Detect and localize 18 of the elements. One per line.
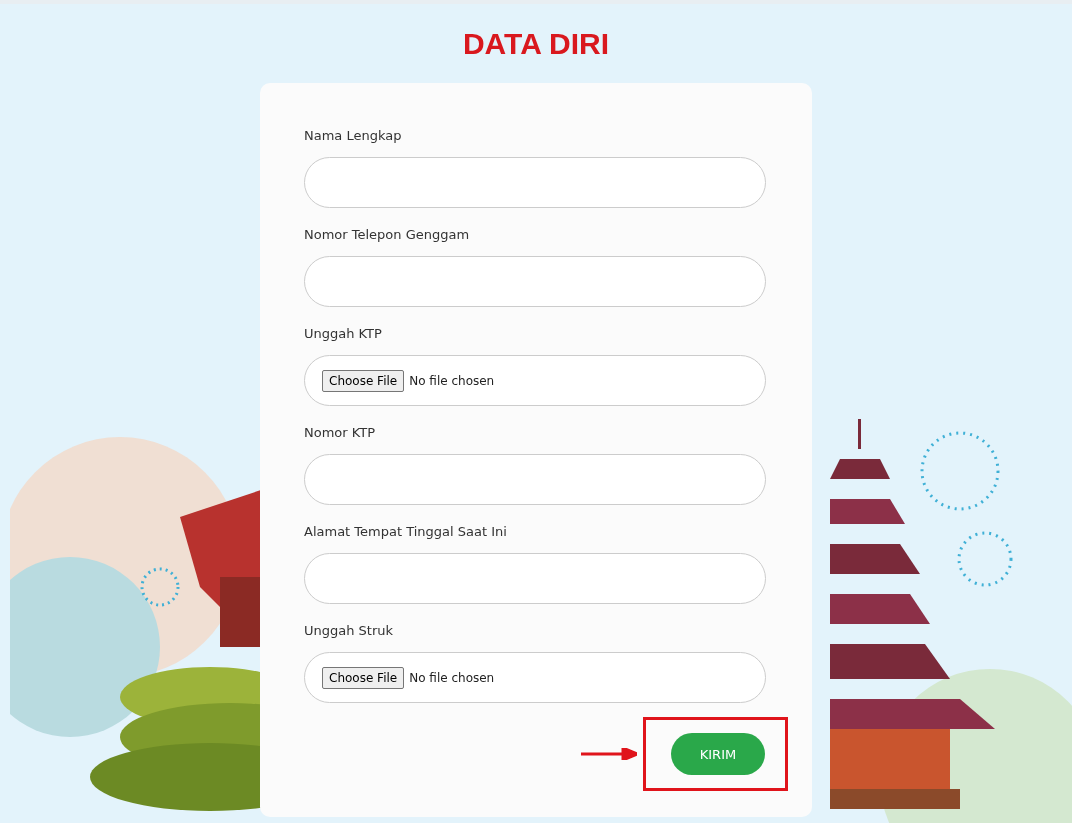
field-label: Nomor Telepon Genggam xyxy=(304,226,470,244)
field-label: Unggah Struk xyxy=(304,622,394,640)
field-label: Nama Lengkap xyxy=(304,127,402,145)
page-title: DATA DIRI xyxy=(462,26,610,62)
field-label: Unggah KTP xyxy=(304,325,382,343)
pointer-arrow-icon xyxy=(581,748,637,760)
field-label: Nomor KTP xyxy=(304,424,376,442)
file-status-text: No file chosen xyxy=(409,670,495,685)
text-input-field[interactable] xyxy=(304,454,766,505)
field-label: Alamat Tempat Tinggal Saat Ini xyxy=(304,523,507,541)
text-input-field[interactable] xyxy=(304,157,766,208)
choose-file-button[interactable]: Choose File xyxy=(322,666,405,689)
choose-file-button[interactable]: Choose File xyxy=(322,369,405,392)
text-input-field[interactable] xyxy=(304,553,766,604)
text-input-field[interactable] xyxy=(304,256,766,307)
file-input-field[interactable]: Choose File No file chosen xyxy=(304,355,766,406)
file-status-text: No file chosen xyxy=(409,373,495,388)
file-input-field[interactable]: Choose File No file chosen xyxy=(304,652,766,703)
